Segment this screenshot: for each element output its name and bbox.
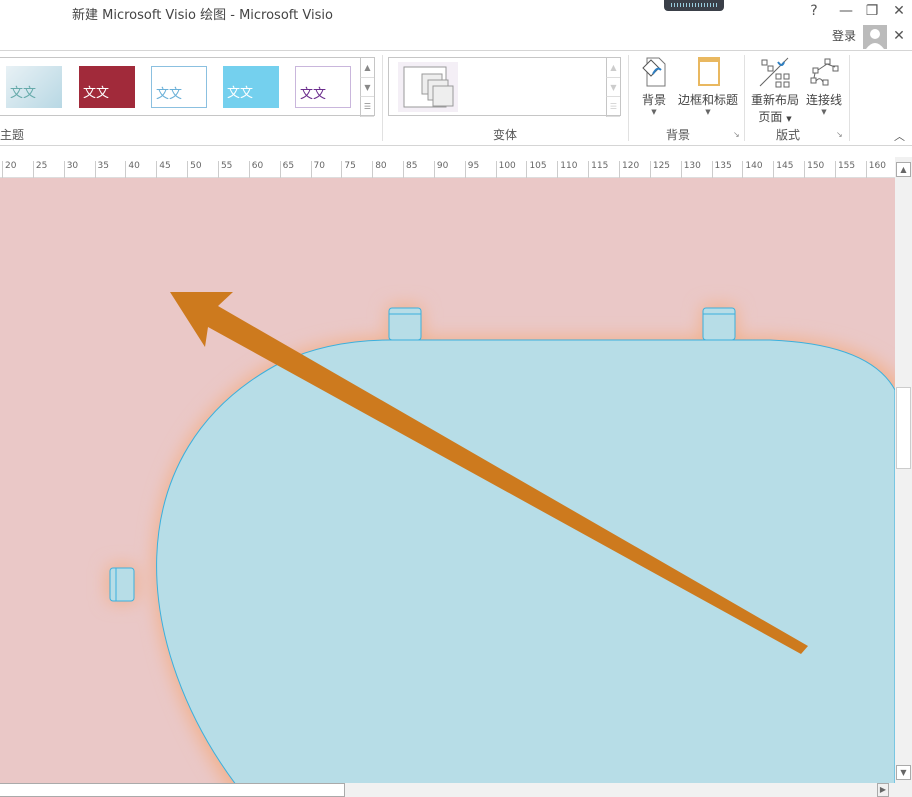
layout-dialog-launcher[interactable]: ↘	[836, 130, 843, 139]
close-document-button[interactable]: ✕	[889, 28, 909, 44]
avatar[interactable]	[863, 25, 887, 49]
scroll-thumb[interactable]	[896, 387, 911, 469]
theme-5[interactable]: 文文	[295, 66, 351, 108]
drawing-canvas[interactable]	[0, 178, 895, 783]
scroll-down-button[interactable]: ▼	[896, 765, 911, 780]
gallery-scroll-down[interactable]: ▼	[360, 78, 374, 98]
connection-tab	[110, 568, 134, 601]
ruler-tick: 155	[835, 161, 855, 178]
rounded-shape	[157, 340, 895, 783]
variant-1[interactable]	[398, 62, 458, 112]
ruler-tick: 140	[742, 161, 762, 178]
close-button[interactable]: ✕	[889, 3, 909, 19]
ruler-tick: 115	[588, 161, 608, 178]
gallery-scroll-up[interactable]: ▲	[360, 58, 374, 78]
ruler-tick: 90	[434, 161, 448, 178]
theme-4[interactable]: 文文	[223, 66, 279, 108]
ruler-tick: 70	[311, 161, 325, 178]
ruler-tick: 105	[526, 161, 546, 178]
background-group-label: 背景	[666, 126, 690, 143]
borders-titles-button[interactable]: 边框和标题▼	[676, 56, 740, 116]
scroll-up-button[interactable]: ▲	[896, 162, 911, 177]
ruler-tick: 100	[496, 161, 516, 178]
scroll-right-button[interactable]: ▶	[877, 783, 889, 797]
themes-group-label: 主题	[0, 126, 24, 143]
ruler-tick: 20	[2, 161, 16, 178]
ruler-tick: 30	[64, 161, 78, 178]
ruler-tick: 80	[372, 161, 386, 178]
borders-titles-icon	[693, 56, 723, 88]
bottom-bar: ▶	[0, 783, 912, 797]
ruler-tick: 25	[33, 161, 47, 178]
connectors-icon	[807, 56, 841, 88]
ruler-tick: 60	[249, 161, 263, 178]
variants-group-label: 变体	[493, 126, 517, 143]
ruler-tick: 50	[187, 161, 201, 178]
ruler-tick: 125	[650, 161, 670, 178]
variants-scroll-down[interactable]: ▼	[606, 78, 620, 98]
gallery-more[interactable]: ☰	[360, 97, 374, 117]
connection-tab	[703, 308, 735, 340]
horizontal-ruler: 20 25 30 35 40 45 50 55 60 65 70 75 80 85 90 95 100 105 11…	[0, 157, 895, 178]
relayout-page-button[interactable]: 重新布局页面 ▼	[750, 56, 800, 125]
connection-tab	[389, 308, 421, 340]
ruler-tick: 95	[465, 161, 479, 178]
ruler-tick: 65	[280, 161, 294, 178]
vertical-scrollbar[interactable]: ▲ ▼	[895, 157, 912, 783]
ruler-tick: 160	[866, 161, 886, 178]
connectors-button[interactable]: 连接线▼	[804, 56, 844, 116]
ruler-tick: 145	[773, 161, 793, 178]
variants-more[interactable]: ☰	[606, 97, 620, 117]
background-icon	[639, 56, 669, 88]
restore-button[interactable]: ❐	[862, 3, 882, 19]
collapse-ribbon-button[interactable]: ︿	[894, 128, 905, 144]
ruler-tick: 35	[95, 161, 109, 178]
variants-gallery: ▲ ▼ ☰	[388, 57, 621, 116]
user-icon	[863, 25, 887, 49]
window-title: 新建 Microsoft Visio 绘图 - Microsoft Visio	[72, 4, 333, 23]
drawing	[0, 178, 895, 783]
page-tabs-area[interactable]	[0, 783, 345, 797]
ruler-tick: 85	[403, 161, 417, 178]
layout-group-label: 版式	[776, 126, 800, 143]
ruler-tick: 130	[681, 161, 701, 178]
background-dialog-launcher[interactable]: ↘	[733, 130, 740, 139]
variants-scroll-up[interactable]: ▲	[606, 58, 620, 78]
ruler-tick: 45	[156, 161, 170, 178]
background-button[interactable]: 背景▼	[636, 56, 672, 116]
touch-grip[interactable]	[664, 0, 724, 11]
login-link[interactable]: 登录	[832, 27, 856, 44]
theme-2[interactable]: 文文	[79, 66, 135, 108]
ruler-tick: 135	[712, 161, 732, 178]
ruler-tick: 150	[804, 161, 824, 178]
relayout-icon	[758, 56, 792, 88]
ruler-tick: 55	[218, 161, 232, 178]
themes-gallery: 文文 文文 文文 文文 文文 ▲ ▼ ☰	[0, 57, 375, 116]
ruler-tick: 40	[125, 161, 139, 178]
theme-1[interactable]: 文文	[6, 66, 62, 108]
ruler-tick: 110	[557, 161, 577, 178]
ruler-tick: 120	[619, 161, 639, 178]
minimize-button[interactable]: —	[836, 3, 856, 19]
help-button[interactable]: ?	[804, 3, 824, 19]
theme-3[interactable]: 文文	[151, 66, 207, 108]
ruler-tick: 75	[341, 161, 355, 178]
